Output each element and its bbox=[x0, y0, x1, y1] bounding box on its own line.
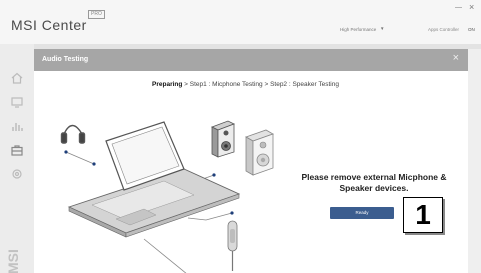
app-window: MSI Center PRO High Performance ▼ Apps C… bbox=[0, 0, 481, 273]
briefcase-icon[interactable] bbox=[10, 143, 24, 157]
close-icon[interactable]: × bbox=[453, 53, 459, 64]
home-icon[interactable] bbox=[10, 71, 24, 85]
audio-testing-dialog: Audio Testing × Preparing > Step1 : Micp… bbox=[34, 49, 468, 273]
step-1: Step1 : Micphone Testing bbox=[189, 81, 263, 88]
scrollbar[interactable] bbox=[468, 49, 481, 273]
settings-icon[interactable] bbox=[10, 167, 24, 181]
speaker-icon bbox=[211, 120, 235, 158]
step-separator: > bbox=[182, 81, 190, 88]
sidebar: MSI bbox=[0, 44, 34, 273]
monitor-icon[interactable] bbox=[10, 95, 24, 109]
mode-select[interactable]: High Performance bbox=[340, 27, 376, 32]
step-breadcrumb: Preparing > Step1 : Micphone Testing > S… bbox=[152, 81, 339, 88]
microphone-icon bbox=[227, 220, 238, 271]
speaker-icon bbox=[245, 129, 274, 176]
chevron-down-icon[interactable]: ▼ bbox=[380, 26, 384, 31]
step-current: Preparing bbox=[152, 81, 183, 88]
ready-button[interactable]: Ready bbox=[330, 207, 394, 219]
step-number-marker: 1 bbox=[403, 197, 443, 233]
step-2: Step2 : Speaker Testing bbox=[270, 81, 339, 88]
app-title: MSI Center bbox=[11, 17, 87, 33]
devices-illustration bbox=[60, 120, 274, 273]
dialog-header: Audio Testing × bbox=[34, 49, 468, 71]
dialog-title: Audio Testing bbox=[42, 56, 89, 63]
step-separator: > bbox=[262, 81, 271, 88]
chart-icon[interactable] bbox=[10, 119, 24, 133]
instruction-message: Please remove external Micphone & Speake… bbox=[301, 172, 447, 193]
headphones-icon bbox=[60, 124, 86, 144]
pro-badge: PRO bbox=[88, 10, 105, 19]
close-window-icon[interactable]: × bbox=[469, 2, 474, 12]
apps-controller-label: Apps Controller bbox=[428, 27, 460, 32]
minimize-icon[interactable]: — bbox=[455, 4, 462, 11]
title-bar: MSI Center PRO High Performance ▼ Apps C… bbox=[0, 0, 481, 44]
step-number: 1 bbox=[415, 199, 431, 230]
msi-logo: MSI bbox=[5, 249, 21, 273]
apps-controller-toggle[interactable]: ON bbox=[468, 27, 475, 32]
